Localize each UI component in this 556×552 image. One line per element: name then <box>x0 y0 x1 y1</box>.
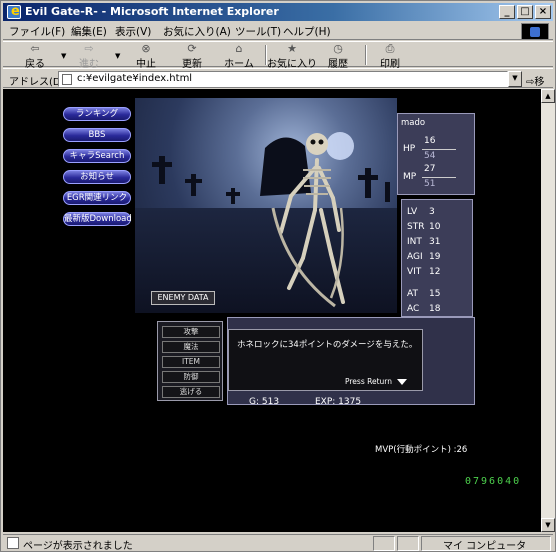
character-name: mado <box>401 118 426 128</box>
refresh-button[interactable]: ⟳ 更新 <box>175 42 209 71</box>
status-bar: ページが表示されました マイ コンピュータ <box>3 534 553 552</box>
stat-lv-value: 3 <box>429 207 435 217</box>
mp-divider <box>422 177 456 178</box>
nav-bbs-button[interactable]: BBS <box>63 128 131 142</box>
menu-view[interactable]: 表示(V) <box>115 24 151 39</box>
mp-current: 27 <box>424 164 436 174</box>
title-bar[interactable]: Evil Gate-R- - Microsoft Internet Explor… <box>3 3 553 21</box>
mp-max: 51 <box>424 179 436 189</box>
stop-button[interactable]: ⊗ 中止 <box>129 42 163 71</box>
forward-dropdown-icon[interactable]: ▼ <box>115 52 120 60</box>
history-icon: ◷ <box>333 42 343 55</box>
mp-label: MP <box>403 172 417 182</box>
battle-scene <box>135 98 397 313</box>
command-attack[interactable]: 攻撃 <box>162 326 220 338</box>
status-pane <box>397 536 419 551</box>
address-value: c:¥evilgate¥index.html <box>77 73 193 84</box>
menu-favorites[interactable]: お気に入り(A) <box>163 24 231 39</box>
window-title: Evil Gate-R- - Microsoft Internet Explor… <box>25 5 279 18</box>
back-dropdown-icon[interactable]: ▼ <box>61 52 66 60</box>
nav-news-button[interactable]: お知らせ <box>63 170 131 184</box>
toolbar: ⇦ 戻る ▼ ⇨ 進む ▼ ⊗ 中止 ⟳ 更新 ⌂ ホーム ★ お気に入り ◷ … <box>3 41 553 71</box>
stat-ac-label: AC <box>407 304 420 314</box>
stat-int-value: 31 <box>429 237 441 247</box>
minimize-button[interactable]: _ <box>499 5 515 19</box>
scroll-down-button[interactable]: ▼ <box>541 518 555 532</box>
command-escape[interactable]: 逃げる <box>162 386 220 398</box>
stop-icon: ⊗ <box>141 42 151 55</box>
menu-edit[interactable]: 編集(E) <box>71 24 107 39</box>
close-button[interactable]: × <box>535 5 551 19</box>
internet-explorer-icon <box>7 3 21 21</box>
hp-current: 16 <box>424 136 436 146</box>
page-icon <box>62 74 72 85</box>
address-label: アドレス(D) <box>9 77 65 88</box>
menu-help[interactable]: ヘルプ(H) <box>283 24 331 39</box>
refresh-icon: ⟳ <box>187 42 197 55</box>
home-icon: ⌂ <box>235 42 243 55</box>
command-magic[interactable]: 魔法 <box>162 341 220 353</box>
menu-tools[interactable]: ツール(T) <box>235 24 281 39</box>
zone-label: マイ コンピュータ <box>443 541 527 552</box>
forward-arrow-icon: ⇨ <box>84 42 94 55</box>
access-counter: 0796040 <box>465 476 522 487</box>
battle-message: ホネロックに34ポイントのダメージを与えた。 <box>237 340 418 350</box>
stat-agi-label: AGI <box>407 252 423 262</box>
hp-label: HP <box>403 144 416 154</box>
stat-agi-value: 19 <box>429 252 441 262</box>
stat-str-label: STR <box>407 222 425 232</box>
address-input[interactable]: c:¥evilgate¥index.html <box>58 71 508 87</box>
command-item[interactable]: ITEM <box>162 356 220 368</box>
favorites-icon: ★ <box>287 42 297 55</box>
exp-display: EXP: 1375 <box>315 397 362 407</box>
stat-str-value: 10 <box>429 222 441 232</box>
back-button[interactable]: ⇦ 戻る <box>17 42 53 71</box>
mvp-display: MVP(行動ポイント) :26 <box>375 445 468 455</box>
home-button[interactable]: ⌂ ホーム <box>221 42 257 71</box>
hp-max: 54 <box>424 151 436 161</box>
nav-links-button[interactable]: EGR関連リンク <box>63 191 131 205</box>
status-text: ページが表示されました <box>23 541 133 552</box>
stat-at-label: AT <box>407 289 418 299</box>
favorites-button[interactable]: ★ お気に入り <box>267 42 317 71</box>
hp-divider <box>422 149 456 150</box>
print-button[interactable]: ⎙ 印刷 <box>375 42 405 71</box>
page-done-icon <box>7 537 19 549</box>
windows-logo-icon <box>521 23 549 40</box>
print-icon: ⎙ <box>385 42 395 55</box>
vertical-scrollbar[interactable]: ▲ ▼ <box>541 89 555 532</box>
history-button[interactable]: ◷ 履歴 <box>323 42 353 71</box>
status-pane <box>373 536 395 551</box>
gold-display: G: 513 <box>249 397 280 407</box>
nav-ranking-button[interactable]: ランキング <box>63 107 131 121</box>
nav-character-search-button[interactable]: キャラSearch <box>63 149 131 163</box>
nav-download-button[interactable]: 最新版Download <box>63 212 132 226</box>
stats-panel: LV 3 STR 10 INT 31 AGI 19 VIT 12 AT 15 A… <box>401 199 473 317</box>
enemy-data-button[interactable]: ENEMY DATA <box>151 291 215 305</box>
command-menu: 攻撃 魔法 ITEM 防御 逃げる <box>157 321 223 401</box>
toolbar-separator <box>365 45 367 65</box>
scroll-up-button[interactable]: ▲ <box>541 89 555 103</box>
stat-vit-value: 12 <box>429 267 441 277</box>
back-arrow-icon: ⇦ <box>30 42 40 55</box>
forward-button[interactable]: ⇨ 進む <box>71 42 107 71</box>
address-bar: アドレス(D) c:¥evilgate¥index.html ▼ ⇨移動 <box>3 68 553 103</box>
page-content: ランキング BBS キャラSearch お知らせ EGR関連リンク 最新版Dow… <box>3 89 541 532</box>
menu-bar: ファイル(F) 編集(E) 表示(V) お気に入り(A) ツール(T) ヘルプ(… <box>3 22 553 40</box>
character-panel: mado HP 16 54 MP 27 51 <box>397 113 475 195</box>
menu-file[interactable]: ファイル(F) <box>9 24 65 39</box>
skeleton-enemy-image <box>152 132 390 308</box>
battle-message-box[interactable]: ホネロックに34ポイントのダメージを与えた。 Press Return <box>228 329 423 391</box>
address-dropdown-button[interactable]: ▼ <box>508 71 522 87</box>
command-defend[interactable]: 防御 <box>162 371 220 383</box>
down-arrow-icon <box>397 379 407 385</box>
maximize-button[interactable]: □ <box>517 5 533 19</box>
stat-int-label: INT <box>407 237 422 247</box>
stat-at-value: 15 <box>429 289 441 299</box>
browser-window: Evil Gate-R- - Microsoft Internet Explor… <box>0 0 556 552</box>
press-return-label: Press Return <box>345 377 393 386</box>
stat-lv-label: LV <box>407 207 418 217</box>
stat-vit-label: VIT <box>407 267 422 277</box>
stat-ac-value: 18 <box>429 304 441 314</box>
